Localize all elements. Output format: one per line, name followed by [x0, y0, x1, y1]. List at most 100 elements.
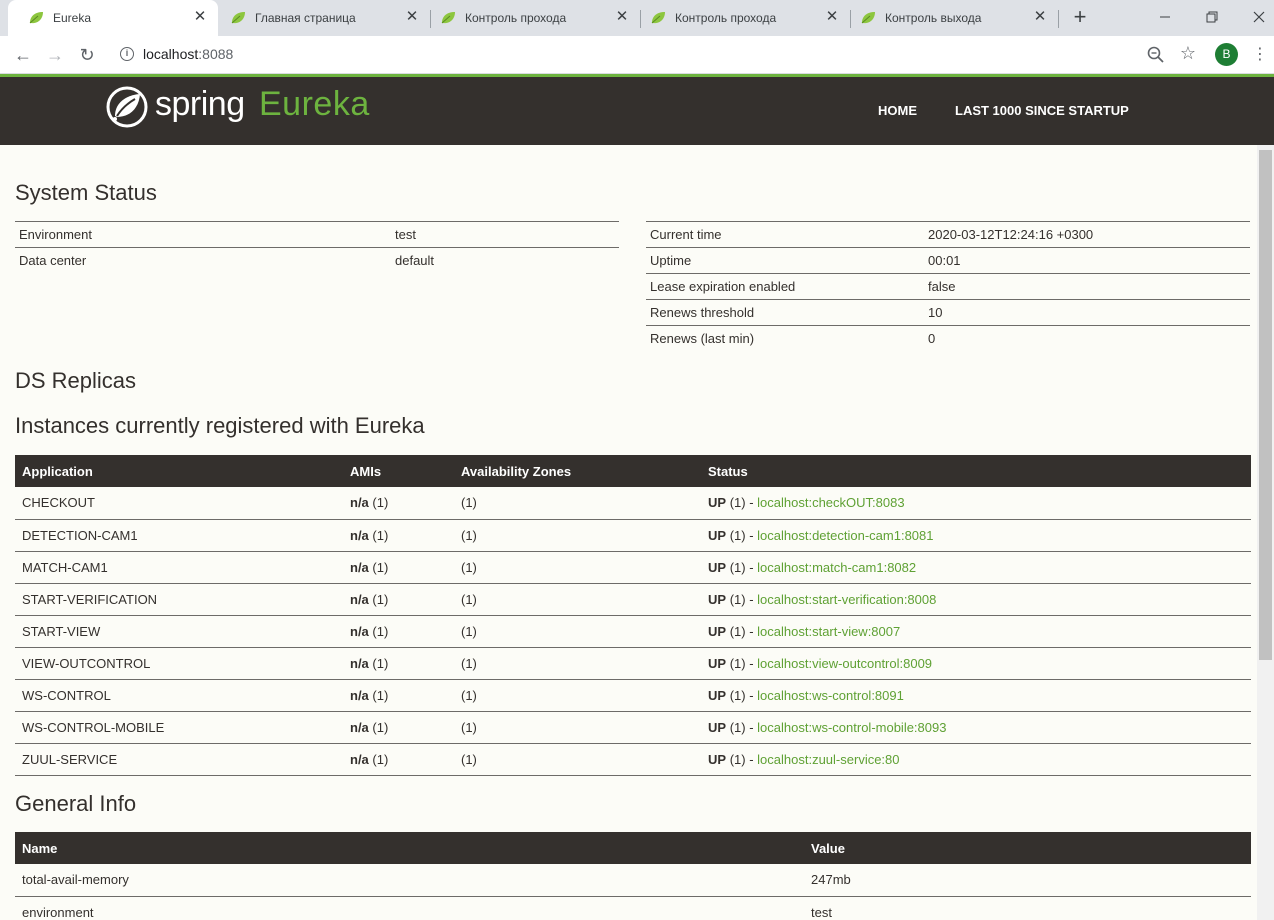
table-header-row: Application AMIs Availability Zones Stat…	[15, 455, 1251, 487]
info-value: test	[804, 896, 1251, 920]
close-window-button[interactable]	[1244, 4, 1274, 30]
tab-title: Контроль прохода	[675, 11, 777, 25]
instance-link[interactable]: localhost:match-cam1:8082	[757, 560, 916, 575]
close-icon[interactable]: ✕	[192, 9, 208, 25]
table-row: VIEW-OUTCONTROL n/a (1) (1) UP (1) - localh…	[15, 647, 1251, 680]
ami-cell: n/a (1)	[343, 487, 454, 520]
instance-link[interactable]: localhost:start-verification:8008	[757, 592, 936, 607]
table-row: CHECKOUT n/a (1) (1) UP (1) - localhost:che…	[15, 487, 1251, 520]
application-name: START-VERIFICATION	[15, 583, 343, 616]
restore-icon	[1206, 11, 1218, 23]
avatar[interactable]: B	[1215, 43, 1238, 66]
ami-count: (1)	[372, 591, 389, 607]
column-header-value: Value	[804, 832, 1251, 864]
scrollbar-thumb[interactable]	[1259, 150, 1272, 660]
application-name: START-VIEW	[15, 615, 343, 648]
ami-cell: n/a (1)	[343, 583, 454, 616]
tab-main-page[interactable]: Главная страница ✕	[210, 0, 430, 36]
back-arrow-icon[interactable]: ←	[12, 44, 34, 66]
status-cell: UP (1) - localhost:zuul-service:80	[701, 743, 1251, 776]
minimize-button[interactable]	[1150, 4, 1180, 30]
instance-link[interactable]: localhost:checkOUT:8083	[757, 495, 904, 510]
close-icon[interactable]: ✕	[824, 9, 840, 25]
ami-count: (1)	[372, 655, 389, 671]
zones-cell: (1)	[454, 679, 701, 712]
table-header-row: Name Value	[15, 832, 1251, 864]
tab-title: Контроль прохода	[465, 11, 567, 25]
close-icon[interactable]: ✕	[404, 9, 420, 25]
ami-count: (1)	[372, 687, 389, 703]
general-info-table-body: total-avail-memory 247mb environment test	[15, 864, 1251, 920]
zoom-out-icon[interactable]	[1146, 45, 1166, 65]
close-icon[interactable]: ✕	[614, 9, 630, 25]
status-value: UP	[708, 559, 727, 575]
nav-home[interactable]: HOME	[878, 103, 917, 118]
column-header-status: Status	[701, 455, 1251, 487]
section-title-instances: Instances currently registered with Eure…	[15, 413, 425, 438]
ami-cell: n/a (1)	[343, 519, 454, 552]
ami-cell: n/a (1)	[343, 711, 454, 744]
spring-leaf-icon	[861, 12, 875, 24]
logo-spring-text: spring	[155, 85, 245, 123]
minimize-icon	[1160, 16, 1170, 18]
logo-eureka-text: Eureka	[259, 85, 370, 123]
browser-toolbar: ← → ↻ i localhost:8088 ☆ B ⋮	[0, 36, 1274, 74]
forward-arrow-icon[interactable]: →	[44, 44, 66, 66]
zones-cell: (1)	[454, 711, 701, 744]
bookmark-star-icon[interactable]: ☆	[1178, 43, 1198, 63]
zones-cell: (1)	[454, 743, 701, 776]
tab-access-control-1[interactable]: Контроль прохода ✕	[420, 0, 640, 36]
ami-count: (1)	[372, 751, 389, 767]
ami-value: n/a	[350, 527, 369, 543]
close-icon[interactable]: ✕	[1032, 9, 1048, 25]
instance-link[interactable]: localhost:detection-cam1:8081	[757, 528, 933, 543]
menu-icon[interactable]: ⋮	[1252, 45, 1268, 65]
instance-link[interactable]: localhost:ws-control-mobile:8093	[757, 720, 946, 735]
status-cell: UP (1) - localhost:start-view:8007	[701, 615, 1251, 648]
status-count: (1) -	[729, 591, 754, 607]
status-value: 2020-03-12T12:24:16 +0300	[924, 221, 1250, 248]
instance-link[interactable]: localhost:start-view:8007	[757, 624, 900, 639]
new-tab-button[interactable]: +	[1068, 6, 1092, 30]
nav-last-1000[interactable]: LAST 1000 SINCE STARTUP	[955, 103, 1129, 118]
table-row: MATCH-CAM1 n/a (1) (1) UP (1) - localhost:m…	[15, 551, 1251, 584]
status-label: Current time	[646, 221, 924, 248]
zones-cell: (1)	[454, 583, 701, 616]
restore-button[interactable]	[1197, 4, 1227, 30]
info-name: environment	[15, 896, 804, 920]
status-cell: UP (1) - localhost:view-outcontrol:8009	[701, 647, 1251, 680]
ami-cell: n/a (1)	[343, 615, 454, 648]
application-name: MATCH-CAM1	[15, 551, 343, 584]
status-label: Environment	[15, 221, 391, 248]
ami-cell: n/a (1)	[343, 647, 454, 680]
tab-eureka[interactable]: Eureka ✕	[8, 0, 218, 36]
table-row: WS-CONTROL n/a (1) (1) UP (1) - localhost:w…	[15, 679, 1251, 712]
ami-value: n/a	[350, 495, 369, 511]
ami-value: n/a	[350, 719, 369, 735]
tab-exit-control[interactable]: Контроль выхода ✕	[840, 0, 1058, 36]
system-status-left-table: Environment test Data center default	[15, 221, 619, 274]
status-cell: UP (1) - localhost:start-verification:80…	[701, 583, 1251, 616]
instance-link[interactable]: localhost:view-outcontrol:8009	[757, 656, 932, 671]
column-header-zones: Availability Zones	[454, 455, 701, 487]
status-value: test	[391, 221, 619, 248]
instance-link[interactable]: localhost:zuul-service:80	[757, 752, 899, 767]
ami-count: (1)	[372, 719, 389, 735]
ami-cell: n/a (1)	[343, 551, 454, 584]
spring-leaf-icon	[231, 12, 245, 24]
status-count: (1) -	[729, 527, 754, 543]
address-bar[interactable]: localhost:8088	[143, 46, 233, 62]
info-icon[interactable]: i	[120, 47, 134, 61]
status-value: UP	[708, 495, 727, 511]
status-value: 10	[924, 299, 1250, 326]
instance-link[interactable]: localhost:ws-control:8091	[757, 688, 904, 703]
system-status-right-table: Current time 2020-03-12T12:24:16 +0300 U…	[646, 221, 1250, 352]
url-port: :8088	[198, 46, 234, 62]
zones-cell: (1)	[454, 647, 701, 680]
reload-icon[interactable]: ↻	[76, 44, 98, 66]
instances-table-body: CHECKOUT n/a (1) (1) UP (1) - localhost:che…	[15, 487, 1251, 776]
status-label: Renews threshold	[646, 299, 924, 326]
table-row: Environment test	[15, 221, 619, 248]
tab-access-control-2[interactable]: Контроль прохода ✕	[630, 0, 850, 36]
spring-leaf-icon	[29, 12, 43, 24]
